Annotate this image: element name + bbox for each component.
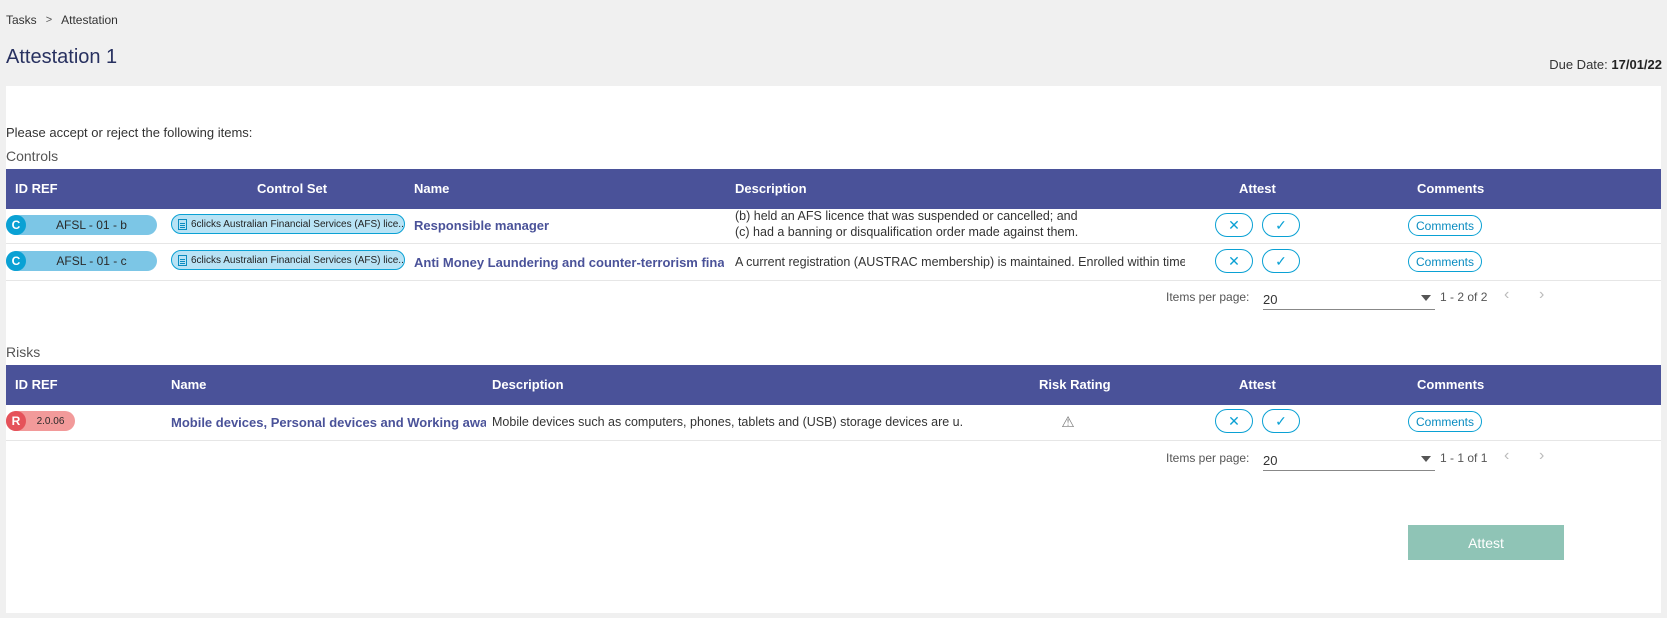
description-line: (c) had a banning or disqualification or… bbox=[735, 225, 1079, 239]
breadcrumb-attestation: Attestation bbox=[61, 13, 118, 27]
breadcrumb: Tasks > Attestation bbox=[6, 13, 118, 27]
page-range: 1 - 2 of 2 bbox=[1440, 290, 1488, 304]
next-page-button[interactable]: › bbox=[1539, 286, 1544, 304]
risks-title: Risks bbox=[6, 344, 41, 360]
items-per-page-select[interactable]: 20 bbox=[1263, 284, 1435, 310]
comments-button[interactable]: Comments bbox=[1408, 215, 1482, 236]
items-per-page-value: 20 bbox=[1263, 292, 1278, 307]
id-ref-badge: C AFSL - 01 - c bbox=[6, 251, 157, 271]
control-set-chip[interactable]: 6clicks Australian Financial Services (A… bbox=[171, 250, 405, 270]
col-name: Name bbox=[414, 181, 450, 196]
attest-button[interactable]: Attest bbox=[1408, 525, 1564, 560]
control-type-badge: C bbox=[6, 215, 26, 235]
table-row: C AFSL - 01 - b 6clicks Australian Finan… bbox=[6, 206, 1661, 244]
items-per-page-label: Items per page: bbox=[1166, 451, 1250, 465]
close-icon: ✕ bbox=[1228, 216, 1240, 233]
attestation-panel: Please accept or reject the following it… bbox=[6, 86, 1661, 613]
control-type-badge: C bbox=[6, 251, 26, 271]
comments-button[interactable]: Comments bbox=[1408, 251, 1482, 272]
col-control-set: Control Set bbox=[257, 181, 328, 196]
controls-paginator: Items per page: 20 1 - 2 of 2 ‹ › bbox=[6, 282, 1661, 312]
document-icon bbox=[178, 254, 187, 266]
close-icon: ✕ bbox=[1228, 252, 1240, 269]
id-ref-text: 2.0.06 bbox=[36, 415, 65, 427]
items-per-page-value: 20 bbox=[1263, 453, 1278, 468]
page-title: Attestation 1 bbox=[6, 46, 118, 68]
close-icon: ✕ bbox=[1228, 412, 1240, 429]
col-attest: Attest bbox=[1239, 377, 1276, 392]
previous-page-button[interactable]: ‹ bbox=[1504, 447, 1509, 465]
items-per-page-label: Items per page: bbox=[1166, 290, 1250, 304]
control-description: A current registration (AUSTRAC membersh… bbox=[735, 255, 1185, 269]
document-icon bbox=[178, 218, 187, 230]
col-description: Description bbox=[492, 377, 564, 392]
control-set-text: 6clicks Australian Financial Services (A… bbox=[191, 218, 405, 230]
reject-button[interactable]: ✕ bbox=[1215, 409, 1253, 433]
items-per-page-select[interactable]: 20 bbox=[1263, 445, 1435, 471]
due-date-label: Due Date: bbox=[1549, 57, 1608, 72]
caret-down-icon bbox=[1421, 456, 1431, 462]
control-name-link[interactable]: Anti Money Laundering and counter-terror… bbox=[414, 255, 724, 270]
col-name: Name bbox=[171, 377, 207, 392]
next-page-button[interactable]: › bbox=[1539, 447, 1544, 465]
id-ref-badge: R 2.0.06 bbox=[6, 411, 75, 431]
risks-table-header: ID REF Name Description Risk Rating Atte… bbox=[6, 365, 1661, 405]
id-ref-text: AFSL - 01 - b bbox=[56, 218, 127, 232]
table-row: C AFSL - 01 - c 6clicks Australian Finan… bbox=[6, 243, 1661, 281]
due-date: Due Date: 17/01/22 bbox=[1549, 57, 1662, 72]
risk-description: Mobile devices such as computers, phones… bbox=[492, 415, 962, 429]
reject-button[interactable]: ✕ bbox=[1215, 213, 1253, 237]
page-range: 1 - 1 of 1 bbox=[1440, 451, 1488, 465]
table-row: R 2.0.06 Mobile devices, Personal device… bbox=[6, 403, 1661, 441]
check-icon: ✓ bbox=[1275, 252, 1287, 269]
risk-type-badge: R bbox=[6, 411, 26, 431]
description-line: (b) held an AFS licence that was suspend… bbox=[735, 209, 1078, 223]
col-id-ref: ID REF bbox=[15, 181, 58, 196]
check-icon: ✓ bbox=[1275, 412, 1287, 429]
col-comments: Comments bbox=[1417, 181, 1485, 196]
reject-button[interactable]: ✕ bbox=[1215, 249, 1253, 273]
control-set-chip[interactable]: 6clicks Australian Financial Services (A… bbox=[171, 214, 405, 234]
controls-table-header: ID REF Control Set Name Description Atte… bbox=[6, 169, 1661, 209]
col-id-ref: ID REF bbox=[15, 377, 58, 392]
col-comments: Comments bbox=[1417, 377, 1485, 392]
caret-down-icon bbox=[1421, 295, 1431, 301]
check-icon: ✓ bbox=[1275, 216, 1287, 233]
accept-button[interactable]: ✓ bbox=[1262, 409, 1300, 433]
warning-icon: ⚠ bbox=[1061, 414, 1075, 431]
accept-button[interactable]: ✓ bbox=[1262, 249, 1300, 273]
col-description: Description bbox=[735, 181, 807, 196]
breadcrumb-tasks[interactable]: Tasks bbox=[6, 13, 37, 27]
col-risk-rating: Risk Rating bbox=[1039, 377, 1111, 392]
controls-title: Controls bbox=[6, 148, 59, 164]
risk-name-link[interactable]: Mobile devices, Personal devices and Wor… bbox=[171, 415, 486, 430]
id-ref-text: AFSL - 01 - c bbox=[56, 254, 127, 268]
col-attest: Attest bbox=[1239, 181, 1276, 196]
accept-button[interactable]: ✓ bbox=[1262, 213, 1300, 237]
id-ref-badge: C AFSL - 01 - b bbox=[6, 215, 157, 235]
instructions: Please accept or reject the following it… bbox=[6, 125, 253, 140]
control-name-link[interactable]: Responsible manager bbox=[414, 218, 549, 233]
comments-button[interactable]: Comments bbox=[1408, 411, 1482, 432]
risks-paginator: Items per page: 20 1 - 1 of 1 ‹ › bbox=[6, 443, 1661, 473]
due-date-value: 17/01/22 bbox=[1611, 57, 1662, 72]
control-set-text: 6clicks Australian Financial Services (A… bbox=[191, 254, 405, 266]
chevron-right-icon: > bbox=[45, 14, 53, 26]
previous-page-button[interactable]: ‹ bbox=[1504, 286, 1509, 304]
control-description: (b) held an AFS licence that was suspend… bbox=[735, 206, 1185, 244]
